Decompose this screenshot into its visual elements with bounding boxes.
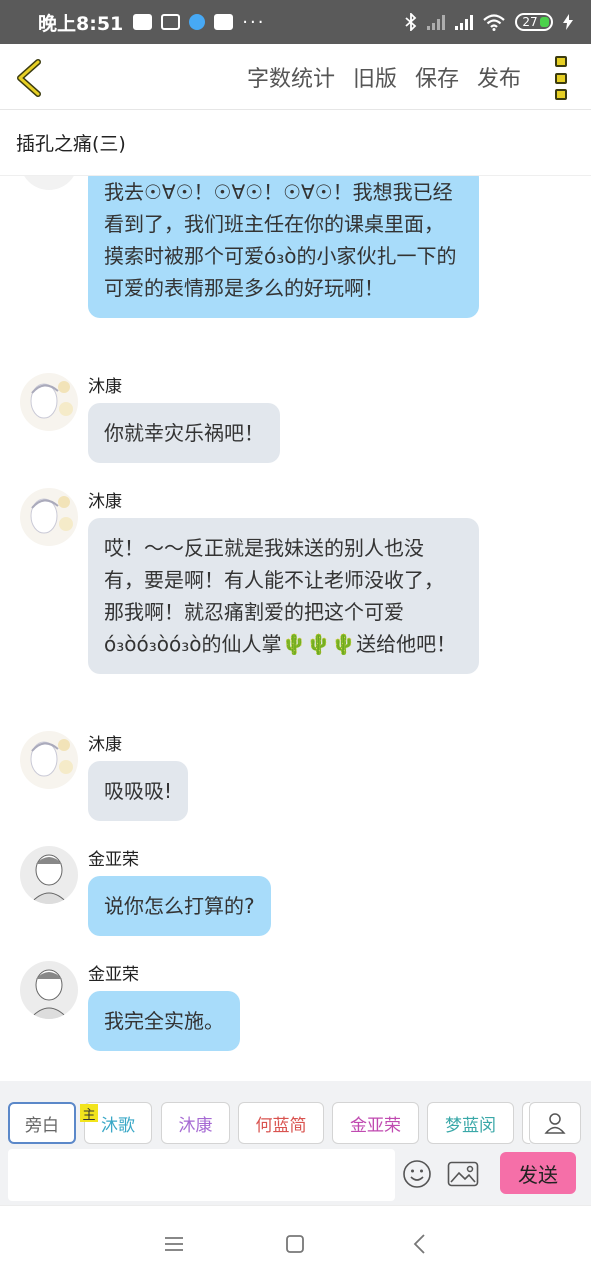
avatar xyxy=(20,176,78,190)
speaker-chip-mukang[interactable]: 沐康 xyxy=(161,1102,230,1144)
status-bar: 晚上8:51 ··· 27 xyxy=(0,0,591,44)
app-icon xyxy=(189,14,206,30)
speaker-chip-menglanmin[interactable]: 梦蓝闵 xyxy=(427,1102,514,1144)
mi-icon xyxy=(214,14,234,30)
message-bubble[interactable]: 说你怎么打算的? xyxy=(88,876,271,936)
sender-name: 金亚荣 xyxy=(88,850,139,870)
wifi-icon xyxy=(483,13,505,31)
save-button[interactable]: 保存 xyxy=(415,61,459,93)
message-bubble[interactable]: 我去☉∀☉！☉∀☉！☉∀☉！我想我已经看到了，我们班主任在你的课桌里面，摸索时被… xyxy=(88,176,479,318)
app-header: 字数统计 旧版 保存 发布 xyxy=(0,44,591,110)
battery-icon: 27 xyxy=(515,13,553,31)
speaker-chip-jinyarong[interactable]: 金亚荣 xyxy=(332,1102,419,1144)
avatar xyxy=(20,373,78,431)
avatar xyxy=(20,846,78,904)
sender-name: 沐康 xyxy=(88,492,122,512)
message-icon xyxy=(133,14,153,30)
status-notification-icons: ··· xyxy=(133,12,265,33)
sender-name: 沐康 xyxy=(88,735,122,755)
back-arrow-icon[interactable] xyxy=(14,58,44,98)
message-bubble[interactable]: 你就幸灾乐祸吧！ xyxy=(88,403,280,463)
more-menu-icon[interactable] xyxy=(553,56,569,100)
charging-icon xyxy=(563,14,573,30)
word-count-button[interactable]: 字数统计 xyxy=(247,61,335,93)
signal-icon-2 xyxy=(455,14,473,30)
manage-characters-button[interactable] xyxy=(529,1102,581,1144)
message-bubble[interactable]: 哎！～～反正就是我妹送的别人也没有，要是啊！有人能不让老师没收了，那我啊！就忍痛… xyxy=(88,518,479,674)
input-bar: 发送 xyxy=(0,1147,591,1205)
more-dots-icon: ··· xyxy=(242,11,266,33)
header-actions: 字数统计 旧版 保存 发布 xyxy=(247,44,521,110)
vr-icon xyxy=(161,14,181,30)
nav-back-icon[interactable] xyxy=(408,1232,432,1256)
chat-area[interactable]: 我去☉∀☉！☉∀☉！☉∀☉！我想我已经看到了，我们班主任在你的课桌里面，摸索时被… xyxy=(0,176,591,1081)
speaker-chip-narrator[interactable]: 旁白 xyxy=(8,1102,76,1144)
send-button[interactable]: 发送 xyxy=(500,1152,576,1194)
sender-name: 沐康 xyxy=(88,377,122,397)
message-input[interactable] xyxy=(8,1149,395,1201)
status-system-icons: 27 xyxy=(405,13,573,31)
signal-icon-1 xyxy=(427,14,445,30)
message-bubble[interactable]: 我完全实施。 xyxy=(88,991,240,1051)
story-title[interactable]: 插孔之痛(三) xyxy=(0,110,591,176)
speaker-chip-helanjian[interactable]: 何蓝简 xyxy=(238,1102,324,1144)
avatar xyxy=(20,488,78,546)
battery-level: 27 xyxy=(522,15,538,29)
sender-name: 金亚荣 xyxy=(88,965,139,985)
home-icon[interactable] xyxy=(283,1232,307,1256)
message-bubble[interactable]: 吸吸吸! xyxy=(88,761,189,821)
speaker-selector: 旁白 沐歌 主 沐康 何蓝简 金亚荣 梦蓝闵 xyxy=(0,1081,591,1147)
old-version-button[interactable]: 旧版 xyxy=(353,61,397,93)
emoji-icon[interactable] xyxy=(402,1159,432,1189)
story-title-text: 插孔之痛(三) xyxy=(16,133,126,155)
user-icon xyxy=(544,1113,566,1134)
avatar xyxy=(20,961,78,1019)
avatar xyxy=(20,731,78,789)
image-icon[interactable] xyxy=(447,1161,479,1187)
menu-icon[interactable] xyxy=(162,1232,186,1256)
publish-button[interactable]: 发布 xyxy=(477,61,521,93)
host-badge: 主 xyxy=(80,1104,98,1123)
system-nav-bar xyxy=(0,1205,591,1280)
status-time: 晚上8:51 xyxy=(38,12,124,35)
bluetooth-icon xyxy=(405,13,417,31)
